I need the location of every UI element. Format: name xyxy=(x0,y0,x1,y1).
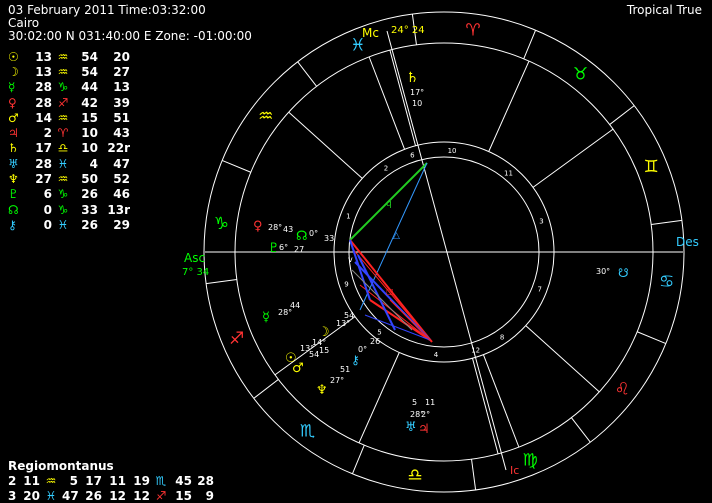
sign-divider xyxy=(471,459,477,490)
aspect-glyph: △ xyxy=(393,231,400,241)
house-number: 10 xyxy=(448,147,457,155)
sign-divider xyxy=(253,379,279,399)
leo-icon: ♌ xyxy=(615,379,630,399)
house-number: 4 xyxy=(434,351,439,359)
sign-divider xyxy=(297,61,317,87)
mercury-icon: ☿ xyxy=(262,310,270,325)
sign-divider xyxy=(221,159,252,173)
aspect-glyph: v xyxy=(348,255,353,264)
zodiac-sign-ring: ♑♒♓♈♉♊♋♌♍♎♏♐ xyxy=(214,20,674,485)
venus-icon: ♀ xyxy=(253,219,263,234)
chiron-icon: ⚷ xyxy=(351,353,360,367)
aspect-glyph: □ xyxy=(386,287,394,296)
neptune-icon: ♆ xyxy=(316,383,328,398)
house-cusp-line xyxy=(389,49,417,146)
house-number: 9 xyxy=(344,281,348,289)
house-cusp-line xyxy=(358,352,400,444)
house-number: 2 xyxy=(384,165,388,173)
house-number: 11 xyxy=(504,169,513,177)
saturn-degree: 17° xyxy=(410,88,424,97)
sign-divider xyxy=(571,417,591,443)
moon-minute: 54 xyxy=(344,311,354,320)
jupiter-degree: 2° xyxy=(421,410,430,419)
house-number: 6 xyxy=(410,152,415,160)
sign-divider xyxy=(351,444,365,475)
jupiter-minute: 11 xyxy=(425,398,435,407)
sun-minute: 54 xyxy=(309,350,319,359)
chiron-minute: 26 xyxy=(370,337,380,346)
venus-degree: 28° xyxy=(268,223,282,232)
aspect-glyph: q xyxy=(386,199,392,209)
scorpio-icon: ♏ xyxy=(300,421,315,441)
house-cusp-line xyxy=(288,111,363,179)
sign-divider xyxy=(651,219,682,225)
sagittarius-icon: ♐ xyxy=(229,329,244,349)
north-node-icon: ☊ xyxy=(296,229,308,244)
aries-icon: ♈ xyxy=(465,20,480,40)
house-number: 5 xyxy=(377,329,381,337)
aquarius-icon: ♒ xyxy=(258,107,273,127)
mc-degree: 24° 24 xyxy=(391,25,425,36)
house-cusp-line xyxy=(532,128,614,188)
moon-degree: 13° xyxy=(336,319,350,328)
chart-wheel: q △ □ v ♑♒♓♈♉♊♋♌♍♎♏♐ 123456789101112 Asc… xyxy=(182,11,699,493)
des-label: Des xyxy=(676,235,699,249)
taurus-icon: ♉ xyxy=(573,65,588,85)
pluto-icon: ♇ xyxy=(268,241,280,256)
sign-divider xyxy=(523,29,537,60)
saturn-icon: ♄ xyxy=(406,70,419,86)
house-number: 7 xyxy=(537,286,541,294)
house-number: 8 xyxy=(500,333,504,341)
libra-icon: ♎ xyxy=(407,466,422,486)
chart-planets: ♄ 17° 10 ♀ 28° 43 ♇ 6° 27 ☊ 0° 33 ☿ 28° … xyxy=(253,70,629,437)
astro-chart-window: 03 February 2011 Time:03:32:00 Cairo 30:… xyxy=(0,0,712,503)
neptune-degree: 27° xyxy=(330,376,344,385)
house-cusp-line xyxy=(488,60,530,152)
house-number: 1 xyxy=(346,212,350,220)
uranus-icon: ♅ xyxy=(405,420,417,435)
capricorn-icon: ♑ xyxy=(214,214,229,234)
mc-ic-axis xyxy=(386,30,507,471)
venus-minute: 43 xyxy=(283,225,293,234)
ic-label: Ic xyxy=(510,464,519,477)
north-node-degree: 0° xyxy=(309,229,318,238)
sign-divider xyxy=(609,105,635,125)
aspect-line xyxy=(349,239,371,301)
house-number: 12 xyxy=(471,346,480,354)
jupiter-icon: ♃ xyxy=(418,422,430,437)
house-number-ring: 123456789101112 xyxy=(344,147,543,359)
sign-divider xyxy=(206,279,237,285)
mercury-minute: 44 xyxy=(290,301,300,310)
neptune-minute: 51 xyxy=(340,365,350,374)
mars-minute: 15 xyxy=(319,346,329,355)
pluto-degree: 6° xyxy=(279,243,288,252)
mars-icon: ♂ xyxy=(292,361,304,376)
south-node-icon: ☋ xyxy=(618,266,629,280)
pluto-minute: 27 xyxy=(294,245,304,254)
gemini-icon: ♊ xyxy=(644,157,659,177)
saturn-minute: 10 xyxy=(412,99,422,108)
north-node-minute: 33 xyxy=(324,234,334,243)
sign-divider xyxy=(636,331,667,345)
virgo-icon: ♍ xyxy=(523,450,538,470)
house-cusp-line xyxy=(525,325,600,393)
uranus-minute: 5 xyxy=(412,398,417,407)
south-node-degree: 30° xyxy=(596,267,610,276)
asc-degree: 7° 34 xyxy=(182,267,209,278)
house-cusp-line xyxy=(482,354,520,448)
house-cusp-line xyxy=(471,358,499,455)
house-cusp-line xyxy=(368,56,406,150)
mc-label: Mc xyxy=(362,26,379,40)
cancer-icon: ♋ xyxy=(659,272,674,292)
house-number: 3 xyxy=(539,217,543,225)
chiron-degree: 0° xyxy=(358,345,367,354)
asc-label: Asc xyxy=(184,251,205,265)
